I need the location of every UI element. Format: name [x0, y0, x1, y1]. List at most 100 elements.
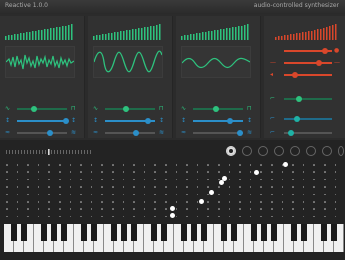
grid-step[interactable] [48, 164, 50, 166]
grid-step[interactable] [133, 178, 135, 181]
black-key[interactable] [301, 224, 307, 241]
grid-step[interactable] [27, 171, 29, 173]
grid-step[interactable] [80, 208, 82, 210]
grid-step[interactable] [281, 171, 284, 173]
grid-step[interactable] [112, 201, 114, 203]
grid-step[interactable] [90, 201, 93, 203]
grid-step[interactable] [334, 178, 337, 181]
grid-step[interactable] [271, 178, 273, 181]
grid-step[interactable] [59, 178, 61, 181]
filter-control-1[interactable]: ≈ ≋ [5, 128, 81, 138]
black-key[interactable] [231, 224, 237, 241]
effect-knob-3[interactable] [292, 72, 298, 78]
grid-step[interactable] [302, 171, 305, 173]
pattern-button-8[interactable] [338, 146, 344, 156]
grid-step[interactable] [59, 186, 61, 188]
grid-step[interactable] [80, 164, 82, 166]
grid-step[interactable] [218, 208, 220, 210]
wave-shape-control-3[interactable]: ∿ ⊓ [181, 104, 257, 114]
grid-step[interactable] [218, 186, 220, 188]
grid-step[interactable] [80, 178, 82, 181]
envelope-slider-1[interactable]: ⌐ [270, 94, 340, 104]
grid-step[interactable] [27, 186, 29, 188]
grid-step[interactable] [207, 171, 209, 173]
grid-step[interactable] [175, 193, 178, 196]
grid-step[interactable] [334, 215, 337, 218]
grid-step[interactable] [27, 208, 29, 210]
grid-step[interactable] [101, 201, 103, 203]
grid-step[interactable] [313, 171, 315, 173]
grid-step[interactable] [313, 201, 315, 203]
grid-step[interactable] [16, 186, 19, 188]
pattern-button-3[interactable] [258, 146, 268, 156]
pattern-button-6[interactable] [306, 146, 316, 156]
grid-step[interactable] [281, 215, 284, 218]
grid-step[interactable] [6, 215, 8, 218]
grid-step[interactable] [313, 215, 315, 218]
black-key[interactable] [161, 224, 167, 241]
black-key[interactable] [181, 224, 187, 241]
grid-step[interactable] [292, 164, 294, 166]
grid-step[interactable] [133, 201, 135, 203]
active-step[interactable] [254, 170, 259, 175]
grid-step[interactable] [6, 193, 8, 196]
effect-knob-1[interactable] [322, 48, 328, 54]
grid-step[interactable] [112, 171, 114, 173]
grid-step[interactable] [228, 193, 231, 196]
filter-knob[interactable] [47, 130, 53, 136]
grid-step[interactable] [271, 164, 273, 166]
grid-step[interactable] [165, 201, 167, 203]
grid-step[interactable] [239, 186, 241, 188]
grid-step[interactable] [80, 186, 82, 188]
black-key[interactable] [321, 224, 327, 241]
grid-step[interactable] [133, 215, 135, 218]
grid-step[interactable] [239, 193, 241, 196]
grid-step[interactable] [133, 186, 135, 188]
grid-step[interactable] [6, 208, 8, 210]
grid-step[interactable] [292, 208, 294, 210]
grid-step[interactable] [143, 171, 146, 173]
grid-step[interactable] [207, 215, 209, 218]
grid-step[interactable] [101, 171, 103, 173]
grid-step[interactable] [122, 215, 125, 218]
grid-step[interactable] [334, 201, 337, 203]
grid-step[interactable] [249, 178, 252, 181]
pattern-button-1[interactable] [226, 146, 236, 156]
grid-step[interactable] [218, 201, 220, 203]
black-key[interactable] [41, 224, 47, 241]
grid-step[interactable] [37, 186, 40, 188]
grid-step[interactable] [154, 215, 156, 218]
grid-step[interactable] [196, 164, 199, 166]
grid-step[interactable] [122, 201, 125, 203]
grid-step[interactable] [16, 178, 19, 181]
grid-step[interactable] [324, 215, 326, 218]
grid-step[interactable] [143, 178, 146, 181]
grid-step[interactable] [196, 208, 199, 210]
grid-step[interactable] [281, 208, 284, 210]
grid-step[interactable] [90, 193, 93, 196]
filter-knob[interactable] [237, 130, 243, 136]
grid-step[interactable] [207, 201, 209, 203]
grid-step[interactable] [59, 193, 61, 196]
grid-step[interactable] [186, 201, 188, 203]
grid-step[interactable] [112, 186, 114, 188]
active-step[interactable] [209, 190, 214, 195]
grid-step[interactable] [16, 164, 19, 166]
grid-step[interactable] [207, 186, 209, 188]
pitch-knob[interactable] [145, 118, 151, 124]
grid-step[interactable] [112, 164, 114, 166]
grid-step[interactable] [69, 215, 72, 218]
pattern-button-5[interactable] [290, 146, 300, 156]
grid-step[interactable] [324, 178, 326, 181]
grid-step[interactable] [37, 171, 40, 173]
grid-step[interactable] [260, 171, 262, 173]
grid-step[interactable] [196, 171, 199, 173]
grid-step[interactable] [271, 201, 273, 203]
black-key[interactable] [261, 224, 267, 241]
grid-step[interactable] [271, 193, 273, 196]
pitch-knob[interactable] [227, 118, 233, 124]
grid-step[interactable] [48, 178, 50, 181]
grid-step[interactable] [101, 215, 103, 218]
black-key[interactable] [61, 224, 67, 241]
black-key[interactable] [51, 224, 57, 241]
